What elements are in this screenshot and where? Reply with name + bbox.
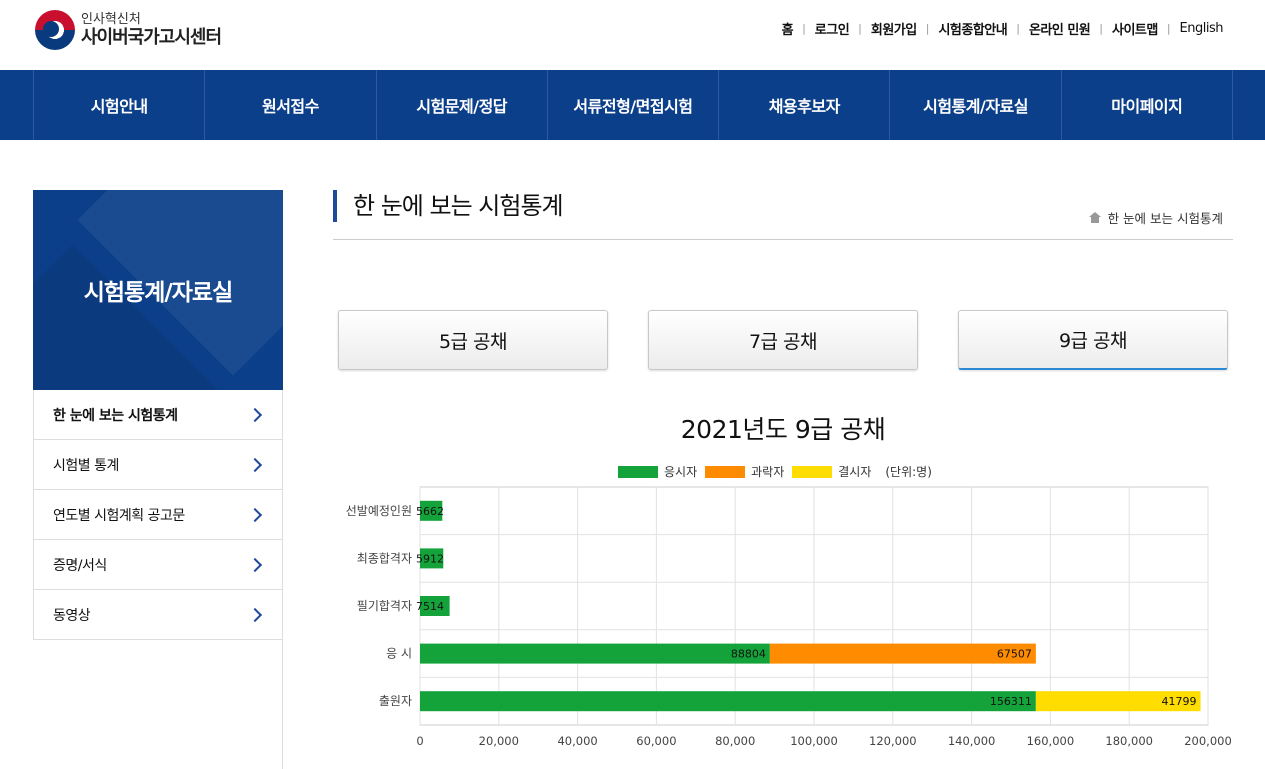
stats-chart: 0 20,000 40,000 60,000 80,000 100,000 120,000 1… (333, 482, 1233, 766)
util-english-link[interactable]: English (1180, 21, 1224, 36)
x-tick-label: 160,000 (1027, 734, 1075, 748)
sidebar-item-exam-stats[interactable]: 시험별 통계 (34, 440, 282, 490)
chart-title: 2021년도 9급 공채 (680, 415, 886, 444)
tab-grade7[interactable]: 7급 공채 (648, 310, 918, 370)
sidebar-item-videos[interactable]: 동영상 (34, 590, 282, 640)
tab-grade5[interactable]: 5급 공채 (338, 310, 608, 370)
logo-site-name: 사이버국가고시센터 (81, 26, 222, 48)
legend-label-applicants: 응시자 (664, 465, 698, 479)
stats-chart-svg: 0 20,000 40,000 60,000 80,000 100,000 120,000 1… (346, 486, 1232, 748)
nav-questions-answers[interactable]: 시험문제/정답 (377, 70, 548, 140)
bar-value-label: 41799 (1162, 695, 1197, 708)
x-tick-label: 180,000 (1105, 734, 1153, 748)
nav-mypage[interactable]: 마이페이지 (1062, 70, 1233, 140)
x-tick-label: 140,000 (948, 734, 996, 748)
y-category-label: 필기합격자 (357, 599, 412, 613)
breadcrumb: 한 눈에 보는 시험통계 (1088, 208, 1223, 227)
bar-value-label: 67507 (997, 648, 1032, 661)
x-tick-label: 60,000 (636, 734, 676, 748)
content-header: 한 눈에 보는 시험통계 한 눈에 보는 시험통계 (333, 190, 1233, 240)
bar-value-label: 5912 (416, 552, 444, 565)
y-category-label: 선발예정인원 (346, 504, 412, 518)
y-category-label: 최종합격자 (357, 551, 412, 565)
nav-candidates[interactable]: 채용후보자 (719, 70, 891, 140)
sidebar-item-label: 동영상 (53, 607, 91, 624)
x-tick-label: 0 (416, 734, 423, 748)
tab-grade9[interactable]: 9급 공채 (958, 310, 1228, 370)
x-tick-label: 100,000 (790, 734, 838, 748)
util-exam-guide-link[interactable]: 시험종합안내 (938, 19, 1007, 38)
legend-swatch-applicants (618, 465, 658, 478)
logo-agency-name: 인사혁신처 (81, 11, 141, 27)
chart-legend: 응시자 과락자 결시자 (단위:명) (618, 463, 932, 480)
chevron-right-icon (247, 507, 263, 522)
sidebar-header: 시험통계/자료실 (33, 190, 283, 390)
breadcrumb-current: 한 눈에 보는 시험통계 (1107, 211, 1223, 226)
sidebar-item-label: 시험별 통계 (53, 457, 119, 474)
sidebar-item-label: 증명/서식 (53, 557, 107, 574)
legend-swatch-absent (792, 465, 833, 478)
nav-document-interview[interactable]: 서류전형/면접시험 (548, 70, 720, 140)
page-title: 한 눈에 보는 시험통계 (353, 192, 564, 220)
main-nav: 시험안내 원서접수 시험문제/정답 서류전형/면접시험 채용후보자 시험통계/자… (0, 70, 1265, 140)
x-tick-label: 120,000 (869, 734, 917, 748)
util-sitemap-link[interactable]: 사이트맵 (1112, 19, 1158, 38)
title-accent-bar (333, 190, 337, 222)
nav-application[interactable]: 원서접수 (205, 70, 377, 140)
util-home-link[interactable]: 홈 (782, 19, 794, 38)
sidebar-item-label: 한 눈에 보는 시험통계 (53, 407, 178, 424)
util-signup-link[interactable]: 회원가입 (871, 19, 917, 38)
y-category-label: 응 시 (386, 647, 412, 661)
site-logo[interactable]: 인사혁신처 사이버국가고시센터 (35, 10, 222, 50)
bar-segment (420, 691, 1036, 712)
legend-swatch-failed (705, 465, 746, 478)
sidebar-menu: 한 눈에 보는 시험통계 시험별 통계 연도별 시험계획 공고문 증명/서식 동… (33, 390, 282, 640)
util-online-civil-link[interactable]: 온라인 민원 (1029, 19, 1091, 38)
home-icon[interactable] (1088, 212, 1101, 223)
legend-item-absent: 결시자 (792, 463, 871, 480)
sidebar-item-label: 연도별 시험계획 공고문 (53, 507, 185, 524)
bar-segment (420, 643, 770, 664)
sidebar-item-annual-plan[interactable]: 연도별 시험계획 공고문 (34, 490, 282, 540)
sidebar-title: 시험통계/자료실 (83, 280, 234, 306)
chevron-right-icon (247, 457, 263, 472)
chevron-right-icon (247, 607, 263, 622)
chevron-right-icon (247, 407, 263, 422)
bar-value-label: 88804 (731, 648, 766, 661)
sidebar-item-certificates[interactable]: 증명/서식 (34, 540, 282, 590)
sidebar: 시험통계/자료실 한 눈에 보는 시험통계 시험별 통계 연도별 시험계획 공고… (33, 190, 283, 769)
bar-value-label: 5662 (416, 505, 444, 518)
legend-unit: (단위:명) (885, 465, 932, 479)
legend-label-absent: 결시자 (838, 465, 872, 479)
bar-value-label: 7514 (416, 600, 444, 613)
util-login-link[interactable]: 로그인 (815, 19, 850, 38)
legend-label-failed: 과락자 (751, 465, 785, 479)
utility-nav: 홈 | 로그인 | 회원가입 | 시험종합안내 | 온라인 민원 | 사이트맵 | Engl… (781, 19, 1224, 38)
legend-item-applicants: 응시자 (618, 463, 697, 480)
nav-exam-info[interactable]: 시험안내 (34, 70, 206, 140)
y-category-label: 출원자 (379, 694, 412, 708)
x-tick-label: 20,000 (479, 734, 519, 748)
chevron-right-icon (247, 557, 263, 572)
site-header: 인사혁신처 사이버국가고시센터 홈 | 로그인 | 회원가입 | 시험종합안내 | 온라… (0, 0, 1265, 70)
x-tick-label: 40,000 (557, 734, 597, 748)
bar-value-label: 156311 (990, 695, 1032, 708)
exam-type-tabs: 5급 공채 7급 공채 9급 공채 (338, 310, 1265, 370)
government-emblem-icon (35, 10, 75, 50)
x-tick-label: 200,000 (1184, 734, 1232, 748)
x-tick-label: 80,000 (715, 734, 755, 748)
sidebar-item-overview-stats[interactable]: 한 눈에 보는 시험통계 (34, 390, 282, 440)
legend-item-failed: 과락자 (705, 463, 784, 480)
nav-statistics[interactable]: 시험통계/자료실 (890, 70, 1062, 140)
